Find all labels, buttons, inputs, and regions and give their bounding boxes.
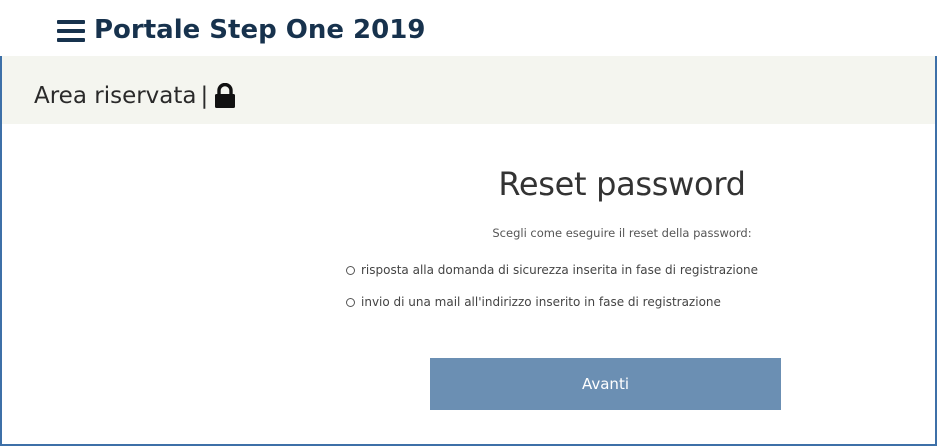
reserved-area-label: Area riservata	[34, 83, 197, 109]
page-title: Reset password	[498, 165, 746, 203]
reserved-area-heading: Area riservata |	[34, 79, 236, 113]
separator: |	[200, 83, 209, 109]
option-email-label: invio di una mail all'indirizzo inserito…	[361, 295, 721, 309]
hamburger-menu-icon[interactable]	[57, 20, 85, 42]
menu-bar	[57, 29, 85, 33]
reset-password-panel: Reset password Scegli come eseguire il r…	[0, 124, 937, 444]
reserved-area-bar: Area riservata |	[2, 56, 935, 124]
radio-security-question[interactable]	[346, 265, 355, 275]
menu-bar	[57, 20, 85, 24]
top-bar: Portale Step One 2019	[0, 0, 937, 56]
option-security-question-label: risposta alla domanda di sicurezza inser…	[361, 263, 759, 277]
avanti-button[interactable]: Avanti	[430, 358, 781, 410]
menu-bar	[57, 38, 85, 42]
radio-email[interactable]	[346, 297, 355, 307]
option-email[interactable]: invio di una mail all'indirizzo inserito…	[346, 294, 721, 310]
instructions-text: Scegli come eseguire il reset della pass…	[492, 226, 752, 240]
lock-icon	[215, 83, 236, 108]
app-title[interactable]: Portale Step One 2019	[94, 13, 425, 47]
option-security-question[interactable]: risposta alla domanda di sicurezza inser…	[346, 262, 758, 278]
